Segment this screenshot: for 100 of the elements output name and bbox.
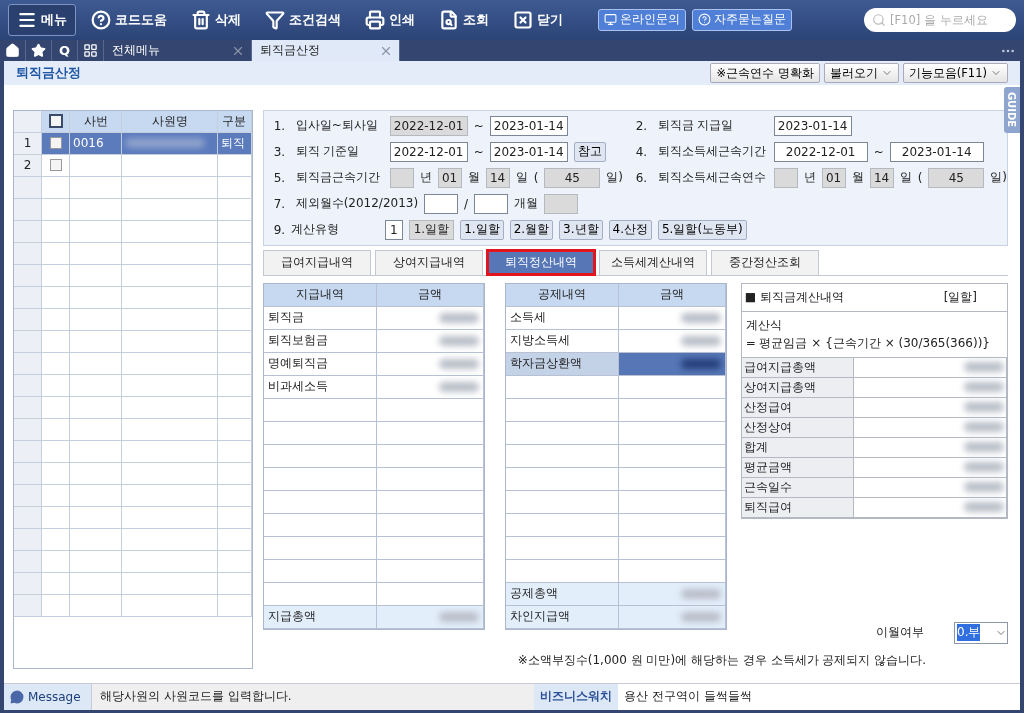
- table-cell: [218, 242, 252, 265]
- link-button[interactable]: 자주묻는질문: [692, 8, 792, 31]
- table-row[interactable]: 소득세: [505, 306, 726, 330]
- input-field[interactable]: 01: [821, 167, 846, 188]
- table-row[interactable]: 퇴직금: [263, 306, 484, 330]
- checkbox[interactable]: [49, 137, 62, 150]
- table-cell: [42, 506, 70, 529]
- option-button[interactable]: 4.산정: [608, 219, 652, 240]
- table-cell: [218, 352, 252, 375]
- table-cell: [42, 330, 70, 353]
- row-number: 2: [14, 154, 42, 177]
- toolbar-button[interactable]: 메뉴: [8, 3, 76, 36]
- input-field[interactable]: 2023-01-14: [889, 141, 984, 162]
- total-label: 차인지급액: [505, 605, 619, 629]
- star-icon: [31, 43, 46, 59]
- input-field[interactable]: 2022-12-01: [773, 141, 868, 162]
- input-field[interactable]: 1.일할: [408, 219, 455, 240]
- row-header: [14, 330, 42, 353]
- table-cell: [218, 528, 252, 551]
- table-row[interactable]: 퇴직보험금: [263, 329, 484, 353]
- unit-text: 년: [803, 169, 816, 187]
- input-field[interactable]: [474, 193, 509, 214]
- input-field[interactable]: [544, 193, 579, 214]
- header-button[interactable]: 불러오기: [823, 63, 899, 84]
- input-field[interactable]: 14: [869, 167, 894, 188]
- table-row[interactable]: 비과세소득: [263, 375, 484, 399]
- option-button[interactable]: 5.일할(노동부): [658, 219, 747, 240]
- section-tab[interactable]: 급여지급내역: [262, 249, 371, 275]
- table-cell: 퇴직: [218, 132, 252, 155]
- search-field[interactable]: [F10] 을 누르세요: [864, 7, 1016, 32]
- option-button[interactable]: 참고: [573, 141, 606, 162]
- column-header: 사원명: [122, 110, 218, 133]
- input-field[interactable]: 2023-01-14: [773, 115, 852, 136]
- section-tab[interactable]: 상여지급내역: [374, 249, 483, 275]
- toolbar-button[interactable]: 삭제: [182, 3, 250, 36]
- search-icon: [872, 12, 886, 27]
- unit-text: (: [533, 170, 539, 185]
- option-button[interactable]: 3.년할: [559, 219, 603, 240]
- input-field[interactable]: 45: [928, 167, 985, 188]
- table-row[interactable]: 2: [14, 154, 252, 177]
- carryover-select[interactable]: 0.부: [954, 621, 1008, 644]
- table-cell: [70, 506, 122, 529]
- redacted-value: [438, 335, 479, 346]
- redacted-value: [680, 588, 721, 599]
- item-number: 4.: [635, 144, 649, 159]
- table-cell: 퇴직보험금: [263, 329, 377, 353]
- header-button[interactable]: 기능모음(F11): [902, 63, 1008, 84]
- chat-icon: [10, 689, 24, 704]
- table-cell: [218, 220, 252, 243]
- row-label: 평균금액: [741, 457, 854, 478]
- table-cell: 지방소득세: [505, 329, 619, 353]
- input-field[interactable]: [424, 193, 459, 214]
- table-cell: [218, 286, 252, 309]
- link-button[interactable]: 온라인문의: [598, 8, 686, 31]
- table-cell: [218, 198, 252, 221]
- item-number: 1.: [273, 118, 287, 133]
- item-number: 9.: [273, 222, 286, 237]
- input-field[interactable]: 2022-12-01: [389, 115, 468, 136]
- toolbar-button[interactable]: 인쇄: [356, 3, 424, 36]
- input-field[interactable]: 45: [544, 167, 601, 188]
- table-row[interactable]: 명예퇴직금: [263, 352, 484, 376]
- input-field[interactable]: 2023-01-14: [489, 115, 568, 136]
- checkbox[interactable]: [49, 159, 62, 172]
- page-tab[interactable]: 퇴직금산정: [252, 39, 400, 62]
- field-label: 제외월수(2012/2013): [295, 195, 419, 213]
- table-row[interactable]: 학자금상환액: [505, 352, 726, 376]
- section-tab[interactable]: 중간정산조회: [710, 249, 819, 275]
- table-cell: [42, 374, 70, 397]
- row-header: [14, 198, 42, 221]
- toolbar-button[interactable]: 코드도움: [82, 3, 176, 36]
- redacted-value: [964, 462, 1004, 473]
- table-row[interactable]: 지방소득세: [505, 329, 726, 353]
- column-header: 금액: [618, 283, 726, 307]
- table-cell: [42, 462, 70, 485]
- redacted-value: [438, 611, 479, 622]
- toolbar-button[interactable]: 조회: [430, 3, 498, 36]
- input-field[interactable]: [389, 167, 414, 188]
- unit-text: 월: [467, 169, 480, 187]
- input-field[interactable]: [773, 167, 798, 188]
- toolbar-button[interactable]: 조건검색: [256, 3, 350, 36]
- total-label: 지급총액: [263, 605, 377, 629]
- checkbox[interactable]: [48, 114, 63, 129]
- trash-icon: [191, 9, 211, 30]
- news-headline[interactable]: 용산 전구역이 들썩들썩: [618, 683, 1020, 710]
- table-row[interactable]: 1 0016 퇴직: [14, 132, 252, 155]
- table-cell: [70, 330, 122, 353]
- option-button[interactable]: 1.일할: [460, 219, 504, 240]
- input-field[interactable]: 14: [485, 167, 510, 188]
- redacted-value: [680, 335, 721, 346]
- input-field[interactable]: 2023-01-14: [489, 141, 568, 162]
- toolbar-button[interactable]: 닫기: [504, 3, 572, 36]
- row-header: [14, 242, 42, 265]
- calc-mode: [일할]: [943, 288, 977, 306]
- section-tab[interactable]: 퇴직정산내역: [486, 249, 595, 275]
- header-button[interactable]: ※근속연수 명확화: [710, 63, 820, 84]
- option-button[interactable]: 2.월할: [509, 219, 554, 240]
- input-field[interactable]: 01: [437, 167, 462, 188]
- input-field[interactable]: 2022-12-01: [389, 141, 468, 162]
- section-tab[interactable]: 소득세계산내역: [598, 249, 707, 275]
- input-field[interactable]: 1: [385, 219, 403, 240]
